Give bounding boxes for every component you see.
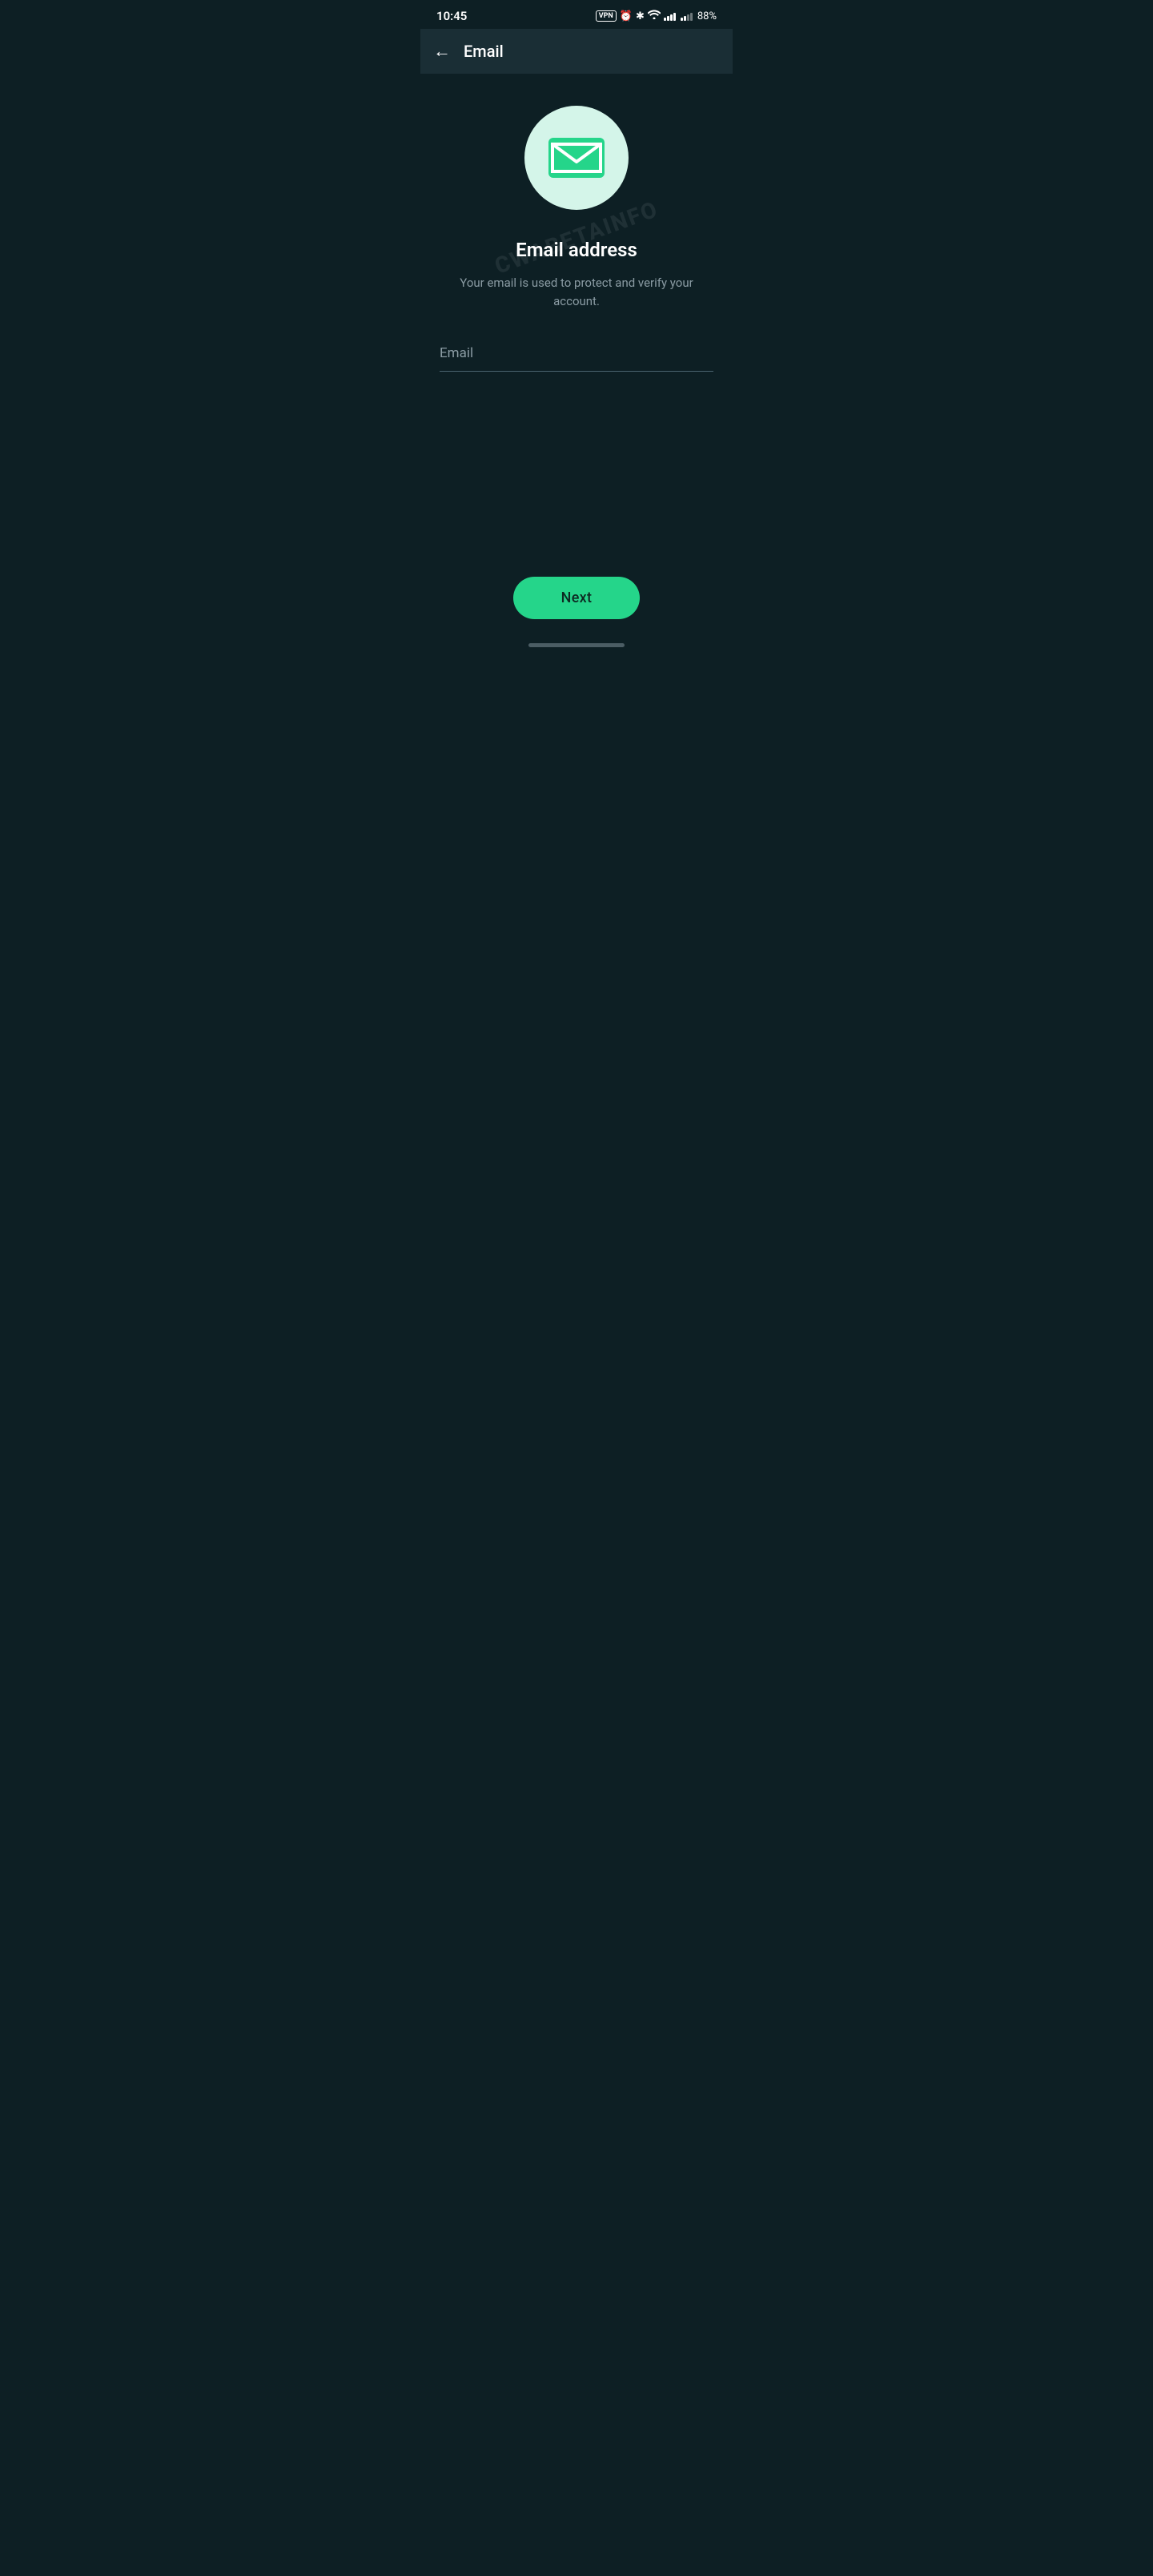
email-input-container (440, 342, 713, 372)
top-bar: ← Email (420, 29, 733, 74)
next-button[interactable]: Next (513, 577, 641, 619)
vpn-badge: VPN (596, 10, 617, 22)
alarm-icon: ⏰ (620, 10, 633, 22)
home-indicator (528, 643, 625, 647)
email-icon-circle (524, 106, 629, 210)
back-button[interactable]: ← (433, 41, 451, 62)
bluetooth-icon: ✱ (636, 10, 645, 22)
status-icons: VPN ⏰ ✱ 88% (596, 10, 717, 22)
signal-bars-2 (681, 11, 693, 21)
battery-level: 88% (697, 10, 717, 22)
status-bar: 10:45 VPN ⏰ ✱ 88% (420, 0, 733, 29)
page-title: Email address (516, 239, 637, 261)
top-bar-title: Email (464, 42, 504, 61)
page-subtitle: Your email is used to protect and verify… (448, 274, 705, 310)
envelope-icon (548, 138, 605, 178)
signal-bars (664, 11, 676, 21)
wifi-icon (648, 10, 661, 22)
main-content: Email address Your email is used to prot… (420, 74, 733, 676)
status-time: 10:45 (436, 9, 467, 23)
email-input[interactable] (440, 342, 713, 364)
